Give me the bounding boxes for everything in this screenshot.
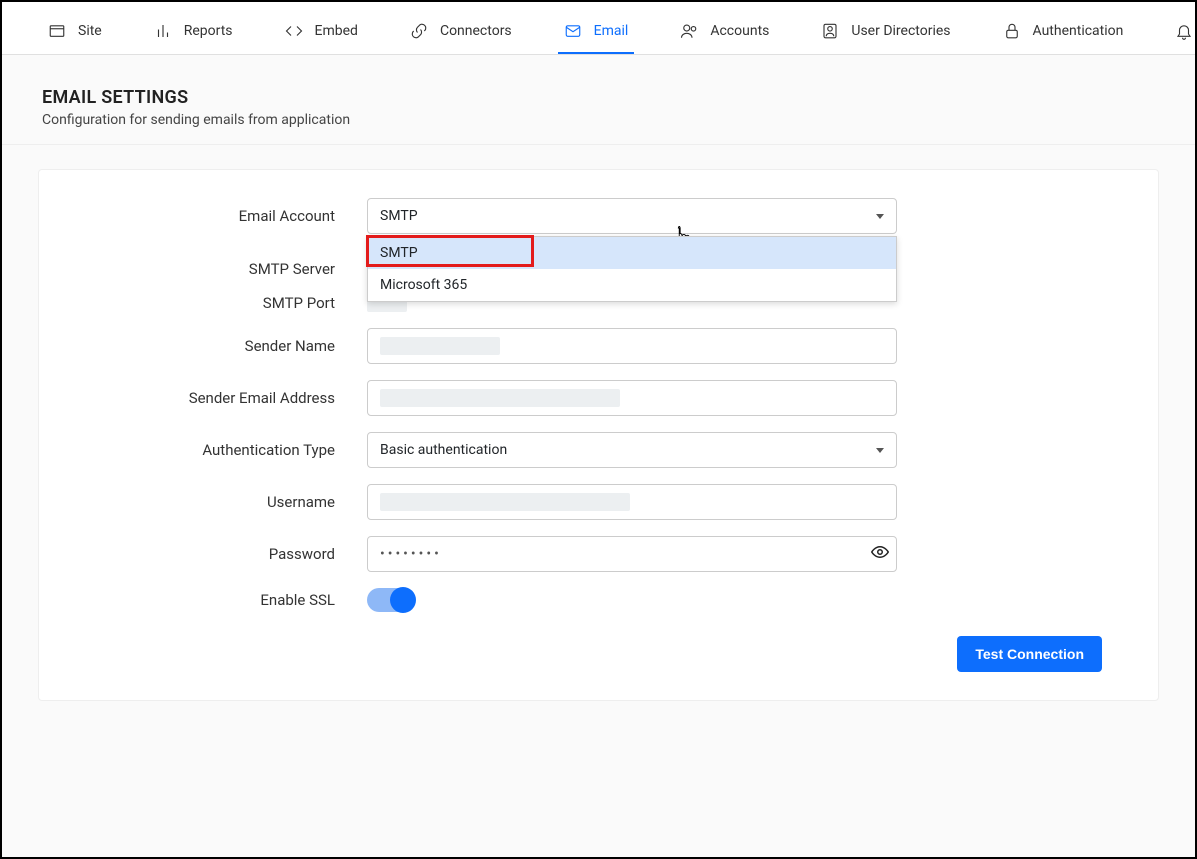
redacted-value [380,337,500,355]
lock-icon [1003,22,1021,40]
label-enable-ssl: Enable SSL [95,591,335,609]
tab-label: Embed [315,23,358,39]
tab-connectors[interactable]: Connectors [404,12,518,54]
reports-icon [154,22,172,40]
label-email-account: Email Account [95,207,335,225]
email-account-select[interactable]: SMTP [367,198,897,234]
label-sender-email: Sender Email Address [95,389,335,407]
tab-reports[interactable]: Reports [148,12,239,54]
tab-label: Connectors [440,23,512,39]
password-input[interactable]: •••••••• [367,536,897,572]
auth-type-select[interactable]: Basic authentication [367,432,897,468]
tab-label: Email [594,23,629,39]
label-smtp-port: SMTP Port [95,294,335,312]
tab-label: Authentication [1033,23,1124,39]
redacted-value [380,493,630,511]
dropdown-option-microsoft365[interactable]: Microsoft 365 [368,269,896,301]
caret-down-icon [876,448,884,453]
settings-card: Email Account SMTP SMTP Microsoft 365 SM… [38,169,1159,701]
sender-email-input[interactable] [367,380,897,416]
auth-type-value: Basic authentication [380,442,507,458]
username-input[interactable] [367,484,897,520]
tab-label: Site [78,23,102,39]
caret-down-icon [876,214,884,219]
dropdown-option-smtp[interactable]: SMTP [368,237,896,269]
tab-email[interactable]: Email [558,12,635,54]
tab-accounts[interactable]: Accounts [674,12,775,54]
accounts-icon [680,22,698,40]
tab-label: Reports [184,23,233,39]
tab-site[interactable]: Site [42,12,108,54]
enable-ssl-toggle[interactable] [367,588,415,612]
tab-label: Accounts [710,23,769,39]
tab-authentication[interactable]: Authentication [997,12,1130,54]
show-password-button[interactable] [871,543,889,565]
test-connection-button[interactable]: Test Connection [957,636,1102,672]
site-icon [48,22,66,40]
email-account-dropdown: SMTP Microsoft 365 [367,236,897,302]
label-password: Password [95,545,335,563]
bell-icon [1175,22,1193,40]
tab-notifications[interactable]: Notific [1169,12,1195,54]
label-username: Username [95,493,335,511]
tab-user-directories[interactable]: User Directories [815,12,956,54]
tab-label: User Directories [851,23,950,39]
connectors-icon [410,22,428,40]
label-smtp-server: SMTP Server [95,260,335,278]
password-mask: •••••••• [380,546,442,562]
page-title: EMAIL SETTINGS [42,87,1155,108]
page-header: EMAIL SETTINGS Configuration for sending… [2,55,1195,145]
toggle-knob [390,587,416,613]
label-auth-type: Authentication Type [95,441,335,459]
user-directories-icon [821,22,839,40]
tab-embed[interactable]: Embed [279,12,364,54]
redacted-value [380,389,620,407]
sender-name-input[interactable] [367,328,897,364]
email-account-value: SMTP [380,208,418,224]
label-sender-name: Sender Name [95,337,335,355]
top-tab-bar: Site Reports Embed Connectors Email [2,2,1195,55]
page-subtitle: Configuration for sending emails from ap… [42,112,1155,128]
email-icon [564,22,582,40]
embed-icon [285,22,303,40]
